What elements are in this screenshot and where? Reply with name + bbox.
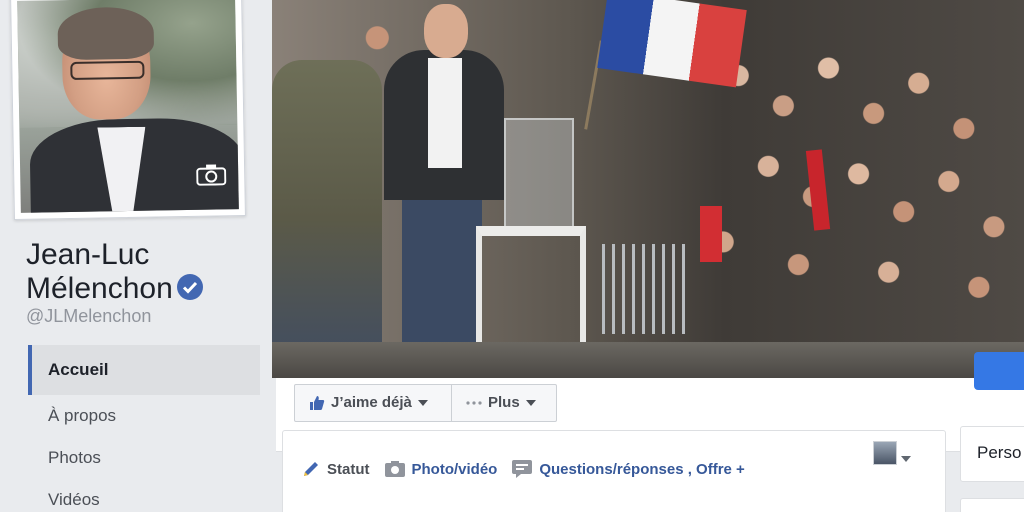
pencil-icon (304, 462, 318, 476)
page-title: Jean-Luc Mélenchon (26, 238, 266, 306)
post-composer: Statut Photo/vidéo Questions/réponses , … (282, 430, 946, 512)
speaker-shirt (428, 58, 462, 168)
cover-photo[interactable] (272, 0, 1024, 378)
profile-hair (57, 6, 155, 61)
tab-photo-video[interactable]: Photo/vidéo (384, 460, 498, 478)
page-nav: Accueil À propos Photos Vidéos (28, 345, 260, 512)
composer-avatar[interactable] (873, 441, 897, 465)
nav-item-a-propos[interactable]: À propos (28, 395, 260, 437)
tab-photo-video-label: Photo/vidéo (411, 460, 498, 478)
tab-statut-label: Statut (327, 460, 370, 478)
thumbs-up-icon (309, 395, 325, 411)
more-dots-icon (466, 401, 482, 405)
profile-glasses (70, 60, 145, 80)
tab-questions-label: Questions/réponses , Offre + (539, 460, 745, 478)
profile-picture-image (17, 0, 239, 213)
page-handle[interactable]: @JLMelenchon (26, 306, 151, 327)
chevron-down-icon[interactable] (901, 449, 911, 467)
tab-questions[interactable]: Questions/réponses , Offre + (511, 459, 745, 479)
speaker-legs (402, 196, 482, 366)
profile-picture[interactable] (10, 0, 246, 221)
cover-crowd-foreground (272, 60, 382, 378)
chevron-down-icon (525, 400, 536, 406)
speaker-head (424, 4, 468, 58)
verified-badge-icon (176, 274, 203, 301)
cta-button[interactable] (974, 352, 1024, 390)
barrier (602, 244, 692, 334)
camera-icon[interactable] (196, 163, 227, 186)
like-button[interactable]: J’aime déjà (294, 384, 452, 422)
speech-bubble-icon (512, 460, 533, 478)
more-button-label: Plus (488, 394, 520, 411)
stage-edge (272, 342, 1024, 378)
like-button-label: J’aime déjà (331, 394, 412, 411)
composer-tabs: Statut Photo/vidéo Questions/réponses , … (301, 449, 759, 489)
nav-item-photos[interactable]: Photos (28, 437, 260, 479)
nav-item-videos[interactable]: Vidéos (28, 479, 260, 512)
camera-icon (384, 461, 405, 477)
right-sidebar-card-2 (960, 498, 1024, 512)
nav-item-accueil[interactable]: Accueil (28, 345, 260, 395)
chevron-down-icon (417, 400, 428, 406)
page-name-text: Jean-Luc Mélenchon (26, 238, 173, 305)
red-flag (700, 206, 722, 262)
right-sidebar-card[interactable]: Perso (960, 426, 1024, 482)
more-button[interactable]: Plus (451, 384, 557, 422)
lectern (504, 118, 574, 228)
tab-statut[interactable]: Statut (301, 459, 370, 479)
right-card-label: Perso (977, 443, 1022, 462)
left-column: Jean-Luc Mélenchon @JLMelenchon Accueil … (0, 0, 270, 512)
